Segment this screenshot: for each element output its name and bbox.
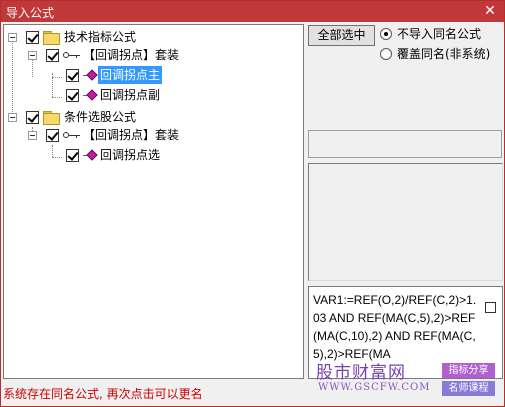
watermark-title: 股市财富网 <box>316 363 406 383</box>
collapse-icon[interactable] <box>28 131 37 140</box>
tree-node-label: 【回调拐点】套装 <box>83 128 180 142</box>
collapse-icon[interactable] <box>8 33 17 42</box>
tree-node-formula-main[interactable]: 回调拐点主 <box>60 66 280 84</box>
tree-node-label: 回调拐点副 <box>100 88 161 102</box>
tree-node-label: 技术指标公式 <box>64 30 137 44</box>
tree-node-stock-selection-formulas[interactable]: 条件选股公式 <box>8 108 208 126</box>
key-icon <box>63 50 81 60</box>
radio-overwrite-same-name[interactable]: 覆盖同名(非系统) <box>380 46 502 62</box>
collapse-icon[interactable] <box>8 113 17 122</box>
checkbox-formula-select[interactable] <box>66 149 79 162</box>
info-field <box>308 130 502 158</box>
window-title: 导入公式 <box>6 6 55 20</box>
radio-label: 覆盖同名(非系统) <box>397 47 491 61</box>
watermark-url: WWW.GSCFW.COM <box>318 382 431 393</box>
close-icon[interactable]: ✕ <box>482 3 498 19</box>
radio-no-import-same-name[interactable]: 不导入同名公式 <box>380 26 500 42</box>
tree-node-label: 条件选股公式 <box>64 110 137 124</box>
watermark-tag-share: 指标分享 <box>442 363 495 378</box>
checkbox-suite-2[interactable] <box>46 129 59 142</box>
import-formula-dialog: 导入公式 ✕ 技术指标公式 【回调拐点】套装 回调拐点主 回调拐点副 条件选股公… <box>0 0 505 407</box>
checkbox-stock-selection-formulas[interactable] <box>26 111 39 124</box>
tree-node-formula-select[interactable]: 回调拐点选 <box>60 146 280 164</box>
tree-line <box>52 145 53 157</box>
watermark-tag-course: 名师课程 <box>442 381 495 396</box>
checkbox-technical-formulas[interactable] <box>26 31 39 44</box>
title-bar[interactable]: 导入公式 ✕ <box>1 1 504 22</box>
formula-tree[interactable]: 技术指标公式 【回调拐点】套装 回调拐点主 回调拐点副 条件选股公式 【回调拐点… <box>3 24 304 379</box>
folder-icon <box>43 31 60 45</box>
tree-node-formula-sub[interactable]: 回调拐点副 <box>60 86 280 104</box>
tree-node-label: 回调拐点选 <box>100 148 161 162</box>
formula-icon <box>83 69 98 82</box>
radio-button[interactable] <box>380 48 392 60</box>
tree-node-technical-formulas[interactable]: 技术指标公式 <box>8 28 208 46</box>
description-panel <box>308 163 503 281</box>
folder-icon <box>43 111 60 125</box>
radio-button[interactable] <box>380 28 392 40</box>
checkbox-suite-1[interactable] <box>46 49 59 62</box>
checkbox-formula-sub[interactable] <box>66 89 79 102</box>
tree-node-label: 回调拐点主 <box>98 66 163 84</box>
tree-node-suite-1[interactable]: 【回调拐点】套装 <box>28 46 248 64</box>
formula-checkbox[interactable] <box>485 302 496 313</box>
tree-line <box>12 37 13 114</box>
select-all-button[interactable]: 全部选中 <box>308 25 375 46</box>
radio-label: 不导入同名公式 <box>397 27 482 41</box>
status-message: 系统存在同名公式, 再次点击可以更名 <box>3 387 203 401</box>
key-icon <box>63 130 81 140</box>
formula-icon <box>83 89 98 102</box>
collapse-icon[interactable] <box>28 51 37 60</box>
tree-node-label: 【回调拐点】套装 <box>83 48 180 62</box>
watermark-logo: 股市财富网 WWW.GSCFW.COM 指标分享 名师课程 <box>308 354 504 406</box>
formula-icon <box>83 149 98 162</box>
checkbox-formula-main[interactable] <box>66 69 79 82</box>
tree-node-suite-2[interactable]: 【回调拐点】套装 <box>28 126 248 144</box>
